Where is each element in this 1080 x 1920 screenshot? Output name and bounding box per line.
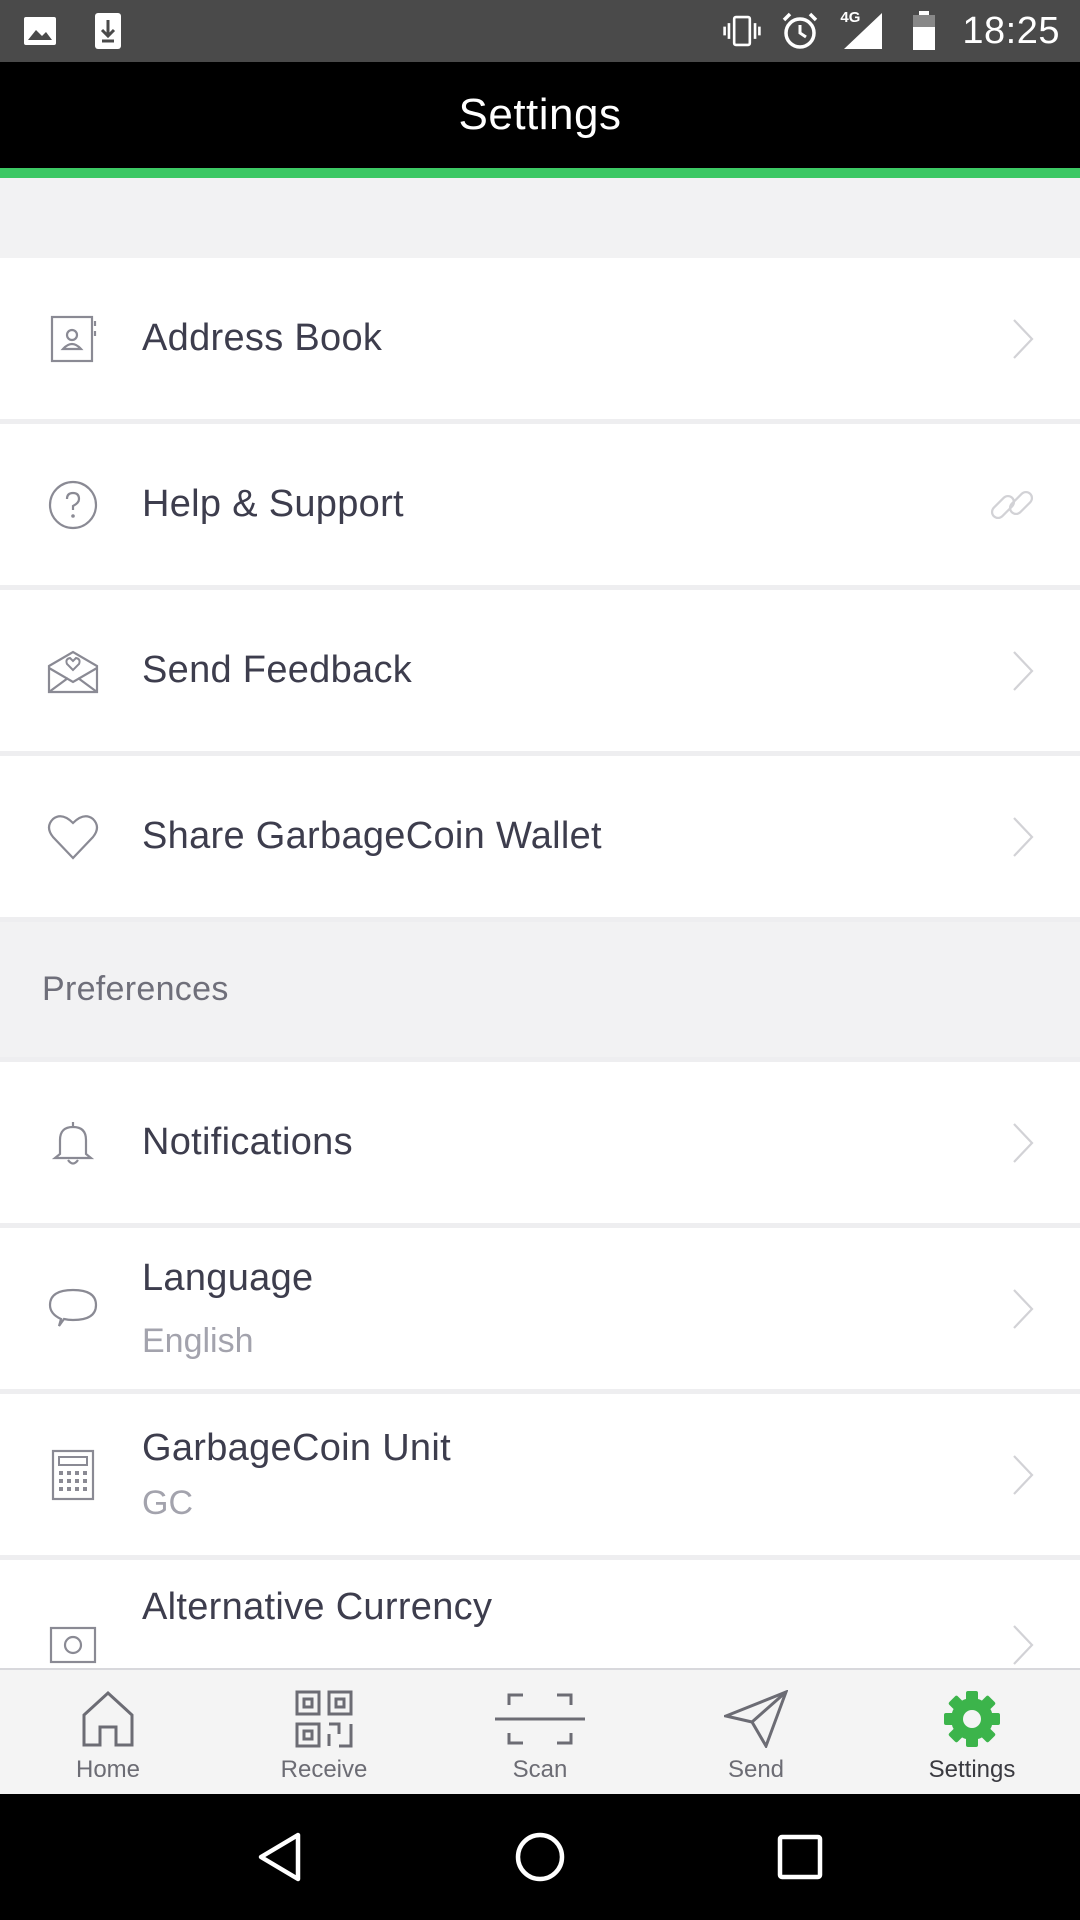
home-icon: [75, 1688, 141, 1750]
settings-item-address-book[interactable]: Address Book: [0, 258, 1080, 424]
notifications-label: Notifications: [142, 1121, 353, 1163]
external-link-icon: [986, 479, 1038, 531]
app-header: Settings: [0, 62, 1080, 168]
settings-list[interactable]: Address Book Help & Support Send Feedbac…: [0, 178, 1080, 1668]
alt-currency-label: Alternative Currency: [142, 1586, 493, 1628]
network-type: 4G: [840, 9, 861, 26]
signal-icon: 4G: [838, 9, 886, 51]
chevron-right-icon: [1008, 646, 1038, 696]
download-icon: [88, 11, 128, 51]
paper-plane-icon: [723, 1688, 789, 1750]
preferences-section-header: Preferences: [0, 922, 1080, 1062]
nav-send[interactable]: Send: [648, 1670, 864, 1794]
top-spacer: [0, 178, 1080, 258]
settings-item-notifications[interactable]: Notifications: [0, 1062, 1080, 1228]
status-time: 18:25: [962, 9, 1060, 52]
nav-scan[interactable]: Scan: [432, 1670, 648, 1794]
currency-icon: [46, 1618, 100, 1668]
language-label: Language: [142, 1256, 314, 1299]
nav-scan-label: Scan: [512, 1756, 568, 1783]
status-bar: 4G 18:25: [0, 0, 1080, 62]
unit-value: GC: [142, 1483, 193, 1522]
settings-item-alt-currency[interactable]: Alternative Currency: [0, 1560, 1080, 1668]
vibrate-icon: [722, 11, 762, 51]
scan-icon: [492, 1688, 588, 1750]
unit-label: GarbageCoin Unit: [142, 1426, 451, 1469]
image-icon: [20, 11, 60, 51]
chevron-right-icon: [1008, 812, 1038, 862]
home-circle-icon[interactable]: [505, 1822, 575, 1892]
nav-home-label: Home: [75, 1756, 141, 1783]
nav-receive-label: Receive: [280, 1756, 368, 1783]
alarm-icon: [780, 11, 820, 51]
chat-bubble-icon: [46, 1282, 100, 1336]
settings-item-share-wallet[interactable]: Share GarbageCoin Wallet: [0, 756, 1080, 922]
nav-home[interactable]: Home: [0, 1670, 216, 1794]
status-right: 4G 18:25: [722, 9, 1060, 53]
feedback-envelope-icon: [46, 644, 100, 698]
language-value: English: [142, 1321, 254, 1360]
nav-settings-label: Settings: [928, 1756, 1016, 1783]
send-feedback-label: Send Feedback: [142, 649, 413, 691]
nav-send-label: Send: [727, 1756, 785, 1783]
address-book-label: Address Book: [142, 317, 383, 359]
bottom-nav: Home Receive Scan Send Settings: [0, 1668, 1080, 1794]
bell-icon: [46, 1116, 100, 1170]
chevron-right-icon: [1008, 314, 1038, 364]
help-icon: [46, 478, 100, 532]
calculator-icon: [46, 1448, 100, 1502]
android-nav-bar: [0, 1794, 1080, 1920]
settings-item-send-feedback[interactable]: Send Feedback: [0, 590, 1080, 756]
preferences-title: Preferences: [42, 970, 229, 1008]
page-title: Settings: [458, 90, 622, 139]
back-icon[interactable]: [245, 1822, 315, 1892]
chevron-right-icon: [1008, 1118, 1038, 1168]
heart-icon: [46, 810, 100, 864]
battery-icon: [904, 11, 944, 51]
settings-item-language[interactable]: Language English: [0, 1228, 1080, 1394]
address-book-icon: [46, 312, 100, 366]
chevron-right-icon: [1008, 1450, 1038, 1500]
chevron-right-icon: [1008, 1284, 1038, 1334]
help-support-label: Help & Support: [142, 483, 404, 525]
share-wallet-label: Share GarbageCoin Wallet: [142, 815, 602, 857]
status-left: [20, 11, 128, 51]
settings-item-unit[interactable]: GarbageCoin Unit GC: [0, 1394, 1080, 1560]
accent-bar: [0, 168, 1080, 178]
recents-icon[interactable]: [765, 1822, 835, 1892]
nav-receive[interactable]: Receive: [216, 1670, 432, 1794]
chevron-right-icon: [1008, 1620, 1038, 1668]
nav-settings[interactable]: Settings: [864, 1670, 1080, 1794]
settings-item-help-support[interactable]: Help & Support: [0, 424, 1080, 590]
gear-icon: [939, 1688, 1005, 1750]
qr-code-icon: [291, 1688, 357, 1750]
